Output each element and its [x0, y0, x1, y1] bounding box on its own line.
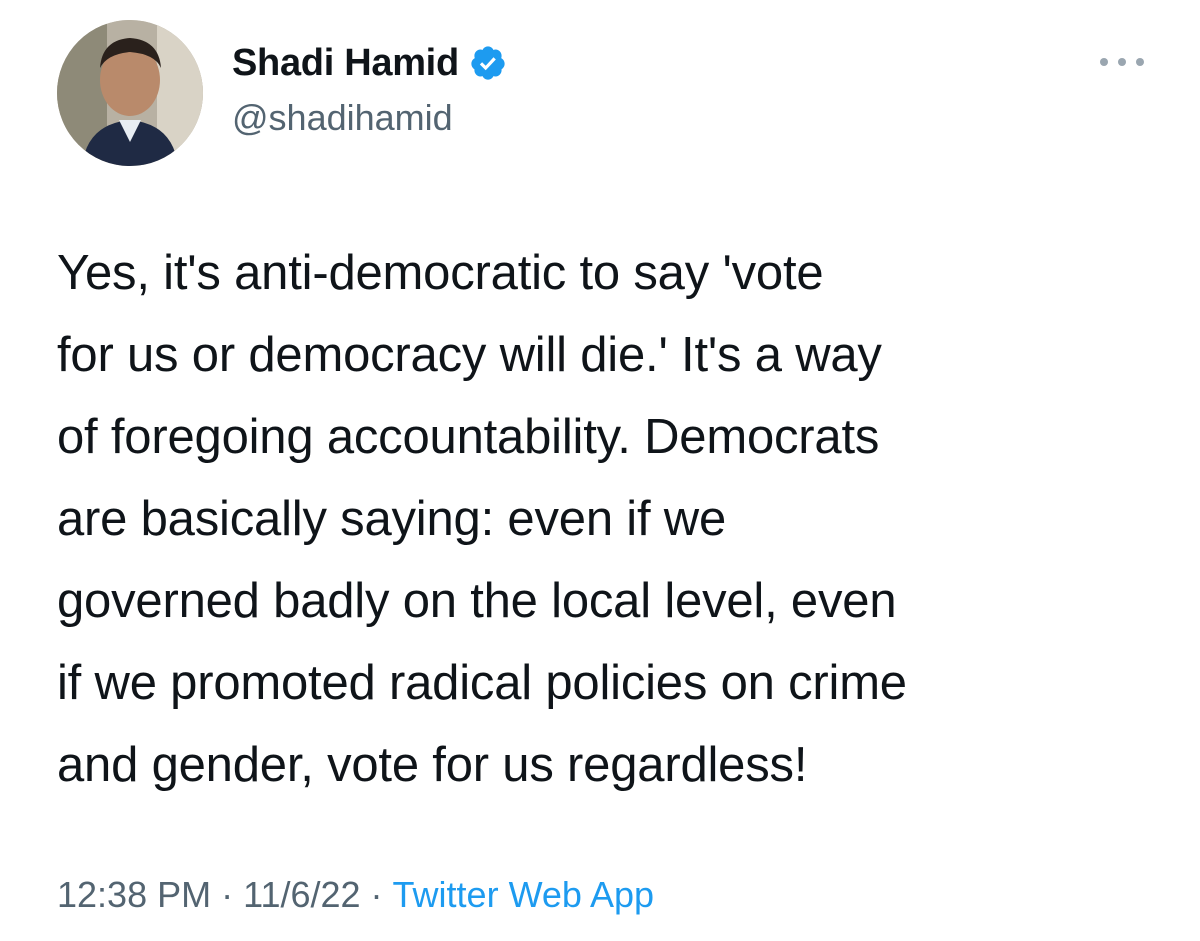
- tweet-text-line: governed badly on the local level, even: [57, 574, 897, 628]
- tweet-text-line: Yes, it's anti-democratic to say 'vote: [57, 246, 824, 300]
- more-dot: [1136, 58, 1144, 66]
- tweet-card: Shadi Hamid @shadihamid Yes, it's anti-d…: [0, 0, 1200, 941]
- avatar[interactable]: [57, 20, 203, 166]
- tweet-date[interactable]: 11/6/22: [243, 874, 360, 915]
- tweet-source-link[interactable]: Twitter Web App: [393, 874, 654, 915]
- more-options-icon[interactable]: [1100, 52, 1144, 72]
- more-dot: [1100, 58, 1108, 66]
- meta-separator: ·: [221, 874, 234, 915]
- tweet-text-line: are basically saying: even if we: [57, 492, 727, 546]
- tweet-text: Yes, it's anti-democratic to say 'vote f…: [57, 232, 1167, 806]
- tweet-text-line: and gender, vote for us regardless!: [57, 738, 808, 792]
- tweet-text-line: if we promoted radical policies on crime: [57, 656, 907, 710]
- author-name-row: Shadi Hamid: [232, 40, 507, 86]
- more-dot: [1118, 58, 1126, 66]
- author-handle[interactable]: @shadihamid: [232, 96, 453, 140]
- tweet-text-line: of foregoing accountability. Democrats: [57, 410, 880, 464]
- tweet-time[interactable]: 12:38 PM: [57, 874, 211, 915]
- author-display-name[interactable]: Shadi Hamid: [232, 40, 459, 86]
- tweet-metadata: 12:38 PM · 11/6/22 · Twitter Web App: [57, 870, 654, 920]
- meta-separator: ·: [370, 874, 383, 915]
- verified-badge-icon: [469, 44, 507, 82]
- tweet-text-line: for us or democracy will die.' It's a wa…: [57, 328, 882, 382]
- profile-photo-icon: [57, 20, 203, 166]
